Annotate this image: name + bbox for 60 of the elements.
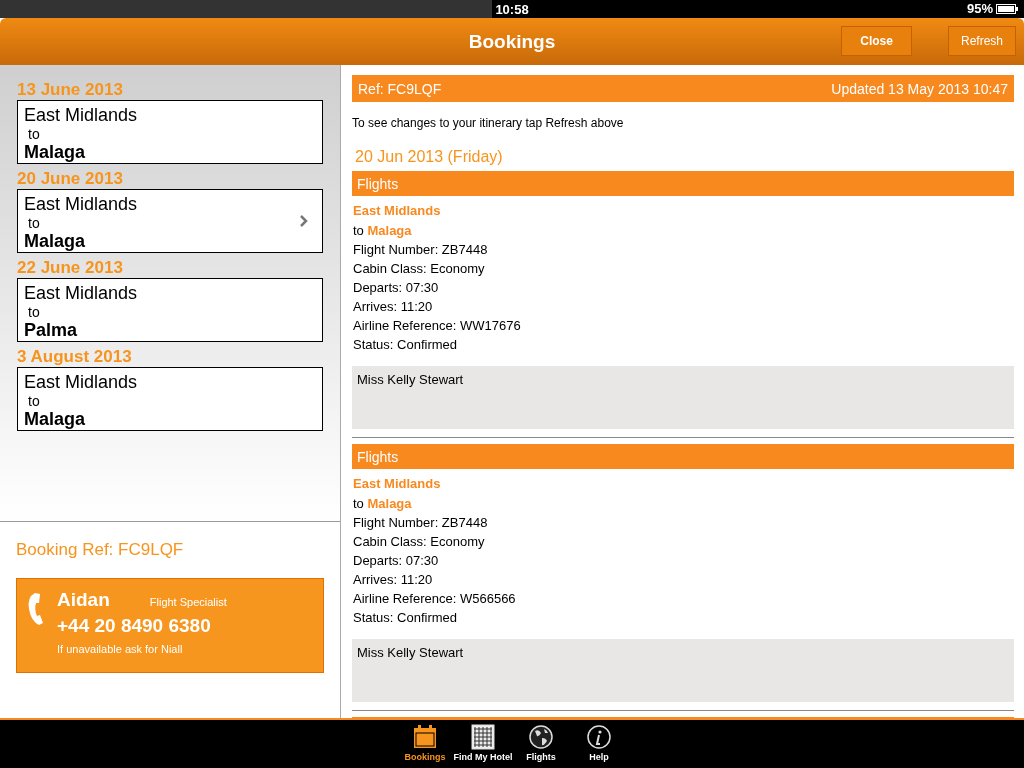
flight-detail: Arrives: 11:20 <box>353 298 434 316</box>
refresh-hint: To see changes to your itinerary tap Refresh above <box>352 116 625 130</box>
booking-date: 3 August 2013 <box>17 347 133 367</box>
calendar-icon <box>412 724 438 750</box>
passenger-box: Miss Kelly Stewart <box>352 639 1014 702</box>
info-icon <box>586 724 612 750</box>
tab-bar-item[interactable]: Flights <box>515 720 567 768</box>
ref-label: Ref: FC9LQF <box>358 80 442 97</box>
globe-icon <box>528 724 554 750</box>
origin-label: East Midlands <box>353 202 442 220</box>
booking-date: 20 June 2013 <box>17 169 124 189</box>
flight-detail: Flight Number: ZB7448 <box>353 241 489 259</box>
booking-card[interactable]: East Midlands to Malaga <box>17 367 323 431</box>
tab-bar-item[interactable]: Help <box>573 720 625 768</box>
flight-detail: Arrives: 11:20 <box>353 571 434 589</box>
day-heading: 20 Jun 2013 (Friday) <box>355 148 504 166</box>
booking-card[interactable]: East Midlands to Malaga <box>17 189 323 253</box>
battery-icon <box>996 3 1018 14</box>
phone-number: +44 20 8490 6380 <box>57 615 212 637</box>
flight-detail: Airline Reference: W566566 <box>353 590 517 608</box>
contact-role: Flight Specialist <box>149 596 227 608</box>
flight-detail: Flight Number: ZB7448 <box>353 514 489 532</box>
updated-label: Updated 13 May 2013 10:47 <box>831 80 1008 97</box>
flight-detail: Cabin Class: Economy <box>353 260 486 278</box>
booking-date: 13 June 2013 <box>17 80 124 100</box>
to-label: to <box>28 304 40 320</box>
origin-label: East Midlands <box>24 105 138 126</box>
flight-detail: Cabin Class: Economy <box>353 533 486 551</box>
flight-detail: Airline Reference: WW17676 <box>353 317 522 335</box>
destination-line: to Malaga <box>353 222 413 240</box>
to-label: to <box>28 126 40 142</box>
destination-label: Malaga <box>24 142 86 163</box>
grid-icon <box>470 724 496 750</box>
tab-bar-item[interactable]: Bookings <box>399 720 451 768</box>
booking-ref: Booking Ref: FC9LQF <box>16 540 185 560</box>
contact-note: If unavailable ask for Niall <box>57 643 184 655</box>
destination-line: to Malaga <box>353 495 413 513</box>
booking-date: 22 June 2013 <box>17 258 124 278</box>
to-label: to <box>28 215 40 231</box>
section-header: Flights <box>352 444 1014 469</box>
flight-detail: Status: Confirmed <box>353 336 459 354</box>
screen-title: Bookings <box>468 30 556 53</box>
to-label: to <box>28 393 40 409</box>
origin-label: East Midlands <box>24 283 138 304</box>
origin-label: East Midlands <box>24 372 138 393</box>
origin-label: East Midlands <box>353 475 442 493</box>
destination-label: Palma <box>24 320 78 341</box>
origin-label: East Midlands <box>24 194 138 215</box>
destination-label: Malaga <box>24 409 86 430</box>
booking-card[interactable]: East Midlands to Palma <box>17 278 323 342</box>
flight-detail: Status: Confirmed <box>353 609 459 627</box>
clock: 10:58 <box>495 1 529 17</box>
flight-detail: Departs: 07:30 <box>353 279 440 297</box>
section-header: Flights <box>352 171 1014 196</box>
battery-level: 95% <box>966 1 993 16</box>
destination-label: Malaga <box>24 231 86 252</box>
contact-name: Aidan <box>57 589 110 611</box>
flight-detail: Departs: 07:30 <box>353 552 440 570</box>
booking-card[interactable]: East Midlands to Malaga <box>17 100 323 164</box>
passenger-box: Miss Kelly Stewart <box>352 366 1014 429</box>
